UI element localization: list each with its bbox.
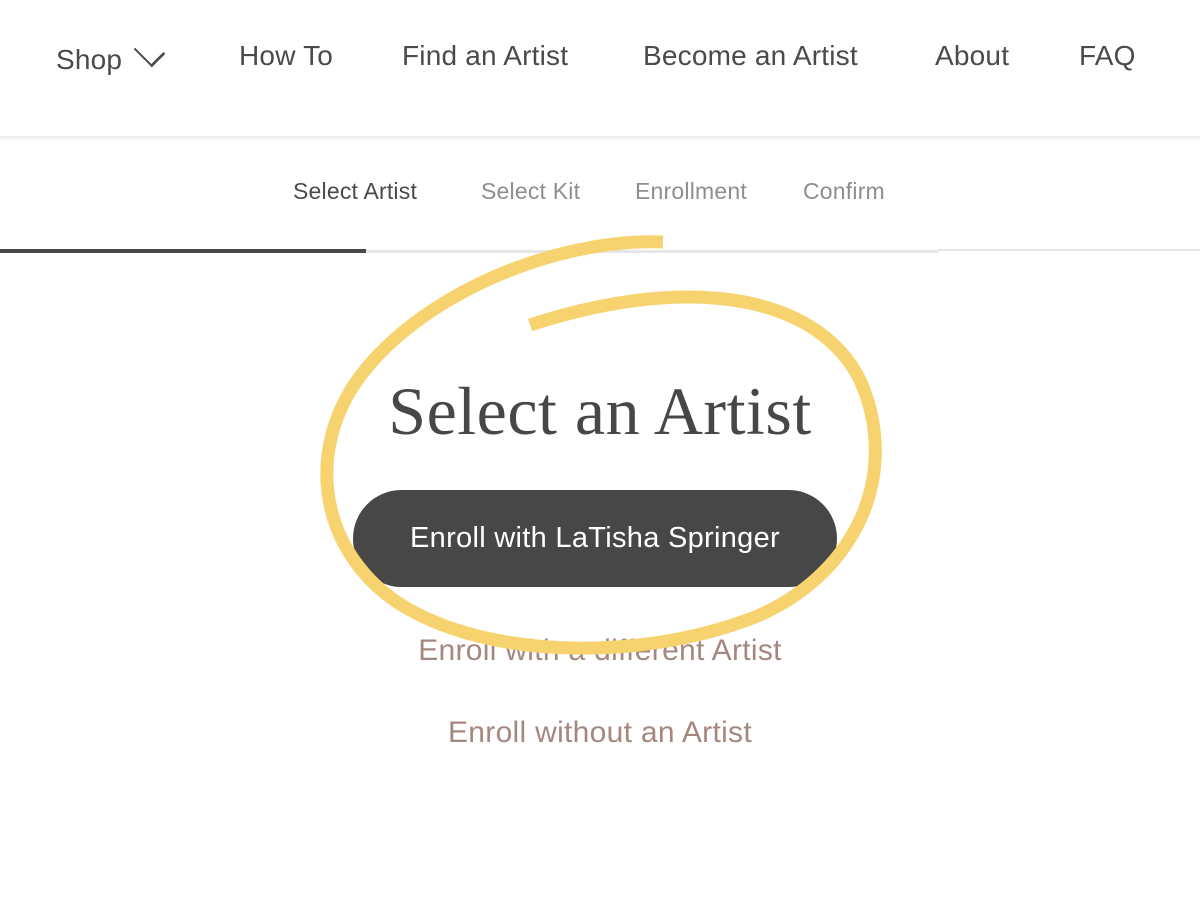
step-enrollment[interactable]: Enrollment <box>635 178 747 205</box>
nav-shop[interactable]: Shop <box>56 35 166 76</box>
enroll-with-artist-button[interactable]: Enroll with LaTisha Springer <box>353 490 837 587</box>
enroll-without-artist-link[interactable]: Enroll without an Artist <box>0 716 1200 750</box>
nav-about[interactable]: About <box>935 40 1009 72</box>
page-title: Select an Artist <box>388 373 812 449</box>
nav-shop-label: Shop <box>56 44 123 75</box>
step-tabs: Select Artist Select Kit Enrollment Conf… <box>0 178 1200 218</box>
nav-find-artist[interactable]: Find an Artist <box>402 40 568 72</box>
nav-faq[interactable]: FAQ <box>1079 40 1136 72</box>
chevron-down-icon <box>133 35 166 68</box>
step-select-artist[interactable]: Select Artist <box>293 178 417 205</box>
progress-fill <box>0 249 366 253</box>
step-select-kit[interactable]: Select Kit <box>481 178 580 205</box>
enroll-different-artist-link[interactable]: Enroll with a different Artist <box>0 634 1200 668</box>
step-confirm[interactable]: Confirm <box>803 178 885 205</box>
top-nav: Shop How To Find an Artist Become an Art… <box>0 0 1200 137</box>
divider <box>938 249 1200 251</box>
nav-how-to[interactable]: How To <box>239 40 333 72</box>
nav-become-artist[interactable]: Become an Artist <box>643 40 858 72</box>
